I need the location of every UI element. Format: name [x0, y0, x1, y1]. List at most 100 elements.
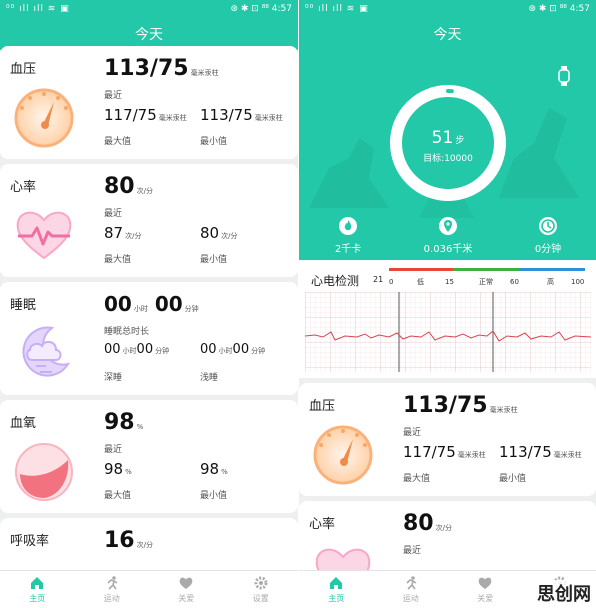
spo2-main-value: 98 [104, 410, 135, 435]
spo2-max: 98% [104, 460, 132, 478]
hr-max: 87 次/分 [104, 224, 141, 242]
blood-pressure-card[interactable]: 血压 113/75 毫米汞柱 最近 117/75 毫米汞柱 113/75 毫米汞柱 最… [0, 46, 298, 159]
bp-unit: 毫米汞柱 [190, 69, 219, 77]
spo2-max-unit: % [125, 468, 132, 476]
tab-label: 运动 [402, 594, 419, 603]
scale-label-low: 低 [417, 277, 424, 286]
signal-icons: ⁰⁰ ıll ıll ≋ ▣ [6, 4, 70, 14]
status-icons: ⊛ ✱ ⊡ ⁸⁸ [230, 4, 269, 14]
bp-max: 117/75 毫米汞柱 [104, 106, 187, 124]
bp-min-unit: 毫米汞柱 [254, 114, 283, 122]
card-title: 心率 [10, 180, 37, 195]
ecg-range-scale: 0 低 15 正常 60 高 100 [389, 268, 585, 286]
ecg-card[interactable]: 心电检测 21 0 低 15 正常 60 高 100 [299, 260, 596, 378]
hr-main-value: 80 [104, 174, 135, 199]
hr-max-unit: 次/分 [125, 232, 142, 240]
deep-hours-unit: 小时 [122, 347, 137, 355]
bp-max-label: 最大值 [104, 137, 132, 147]
clock-icon [539, 217, 557, 235]
right-phone-screen: ⁰⁰ ıll ıll ≋ ▣ ⊛ ✱ ⊡ ⁸⁸ 4:57 今天 51 步 目标:1… [298, 0, 596, 608]
bp-max-unit: 毫米汞柱 [158, 114, 187, 122]
sleep-card[interactable]: 睡眠 00 小时 00 分钟 睡眠总时长 00 小时00 分钟 00 小时00 分钟 深睡 … [0, 282, 298, 395]
light-minutes: 00 [232, 342, 250, 357]
ecg-value: 21 [373, 275, 384, 284]
site-watermark: 思创网 [534, 580, 594, 606]
card-title: 呼吸率 [10, 534, 50, 549]
normal-range-bar [453, 268, 519, 271]
blood-pressure-card[interactable]: 血压 113/75 毫米汞柱 最近 117/75 毫米汞柱 113/75 毫米汞柱 最… [299, 383, 596, 496]
left-phone-screen: ⁰⁰ ıll ıll ≋ ▣ ⊛ ✱ ⊡ ⁸⁸ 4:57 今天 血压 113/7… [0, 0, 298, 608]
tab-sport[interactable]: 运动 [374, 571, 449, 608]
bp-max-value: 117/75 [104, 106, 157, 124]
sleep-hours: 00 [104, 292, 132, 316]
hr-min-value: 80 [200, 224, 220, 242]
bp-unit: 毫米汞柱 [489, 406, 518, 414]
card-title: 心率 [309, 517, 336, 532]
gear-icon [254, 576, 268, 590]
sleep-hours-unit: 小时 [133, 305, 148, 313]
spo2-min-label: 最小值 [200, 491, 228, 501]
bp-value: 113/75 毫米汞柱 [104, 56, 219, 81]
watch-icon[interactable] [556, 66, 572, 86]
hr-value: 80 次/分 [104, 174, 153, 199]
hr-value: 80 次/分 [403, 511, 452, 536]
bp-sub-label: 最近 [104, 91, 123, 101]
tab-home[interactable]: 主页 [299, 571, 374, 608]
card-title: 血压 [309, 399, 336, 414]
status-icons: ⊛ ✱ ⊡ ⁸⁸ [528, 4, 567, 14]
spo2-min-unit: % [221, 468, 228, 476]
heart-rate-card[interactable]: 心率 80 次/分 最近 87 次/分 80 次/分 最大值 最小值 [0, 164, 298, 277]
hr-max-label: 最大值 [104, 255, 132, 265]
moon-icon [22, 326, 71, 377]
status-time: 4:57 [271, 4, 292, 14]
duration-stat: 0分钟 [503, 216, 593, 255]
light-hours: 00 [200, 342, 217, 357]
hr-min-label: 最小值 [200, 255, 228, 265]
duration-value: 0分钟 [534, 244, 562, 255]
tab-label: 主页 [29, 594, 46, 603]
deep-sleep-label: 深睡 [104, 373, 123, 383]
hr-min-unit: 次/分 [221, 232, 238, 240]
light-sleep: 00 小时00 分钟 [200, 342, 265, 357]
heart-icon [179, 577, 193, 589]
running-icon [107, 576, 118, 590]
tab-sport[interactable]: 运动 [75, 571, 150, 608]
scale-tick: 0 [389, 278, 393, 286]
tab-settings[interactable]: 设置 [224, 571, 299, 608]
bp-min-value: 113/75 [499, 443, 552, 461]
bp-max: 117/75 毫米汞柱 [403, 443, 486, 461]
scale-tick: 100 [571, 278, 584, 286]
spo2-max-value: 98 [104, 460, 124, 478]
home-icon [31, 577, 44, 589]
blood-oxygen-card[interactable]: 血氧 98% 最近 98% 98% 最大值 最小值 [0, 400, 298, 513]
steps-count: 51 步 [387, 128, 509, 148]
spo2-min: 98% [200, 460, 228, 478]
status-time: 4:57 [569, 4, 590, 14]
sleep-minutes: 00 [154, 292, 183, 316]
tab-home[interactable]: 主页 [0, 571, 75, 608]
gauge-icon [14, 88, 74, 148]
tab-care[interactable]: 关爱 [149, 571, 224, 608]
resp-value: 16 次/分 [104, 528, 153, 553]
sleep-sub-label: 睡眠总时长 [104, 327, 150, 337]
bp-min-value: 113/75 [200, 106, 253, 124]
deep-hours: 00 [104, 342, 121, 357]
bp-min: 113/75 毫米汞柱 [200, 106, 283, 124]
heart-icon [16, 211, 72, 260]
status-bar: ⁰⁰ ıll ıll ≋ ▣ ⊛ ✱ ⊡ ⁸⁸ 4:57 [299, 0, 596, 18]
sleep-total: 00 小时 00 分钟 [104, 292, 199, 316]
hr-unit: 次/分 [136, 187, 153, 195]
hr-unit: 次/分 [435, 524, 452, 532]
bottom-tab-bar: 主页 运动 关爱 设置 [0, 570, 298, 608]
low-range-bar [389, 268, 453, 271]
steps-target: 目标:10000 [423, 154, 473, 164]
tab-care[interactable]: 关爱 [448, 571, 523, 608]
scale-label-high: 高 [547, 277, 554, 286]
resp-main-value: 16 [104, 528, 135, 553]
tab-label: 设置 [252, 594, 269, 603]
calories-value: 2千卡 [334, 244, 362, 255]
distance-stat: 0.036千米 [403, 216, 493, 255]
screenshot-root: ⁰⁰ ıll ıll ≋ ▣ ⊛ ✱ ⊡ ⁸⁸ 4:57 今天 血压 113/7… [0, 0, 596, 608]
deep-minutes-unit: 分钟 [155, 347, 170, 355]
scale-tick: 60 [510, 278, 519, 286]
